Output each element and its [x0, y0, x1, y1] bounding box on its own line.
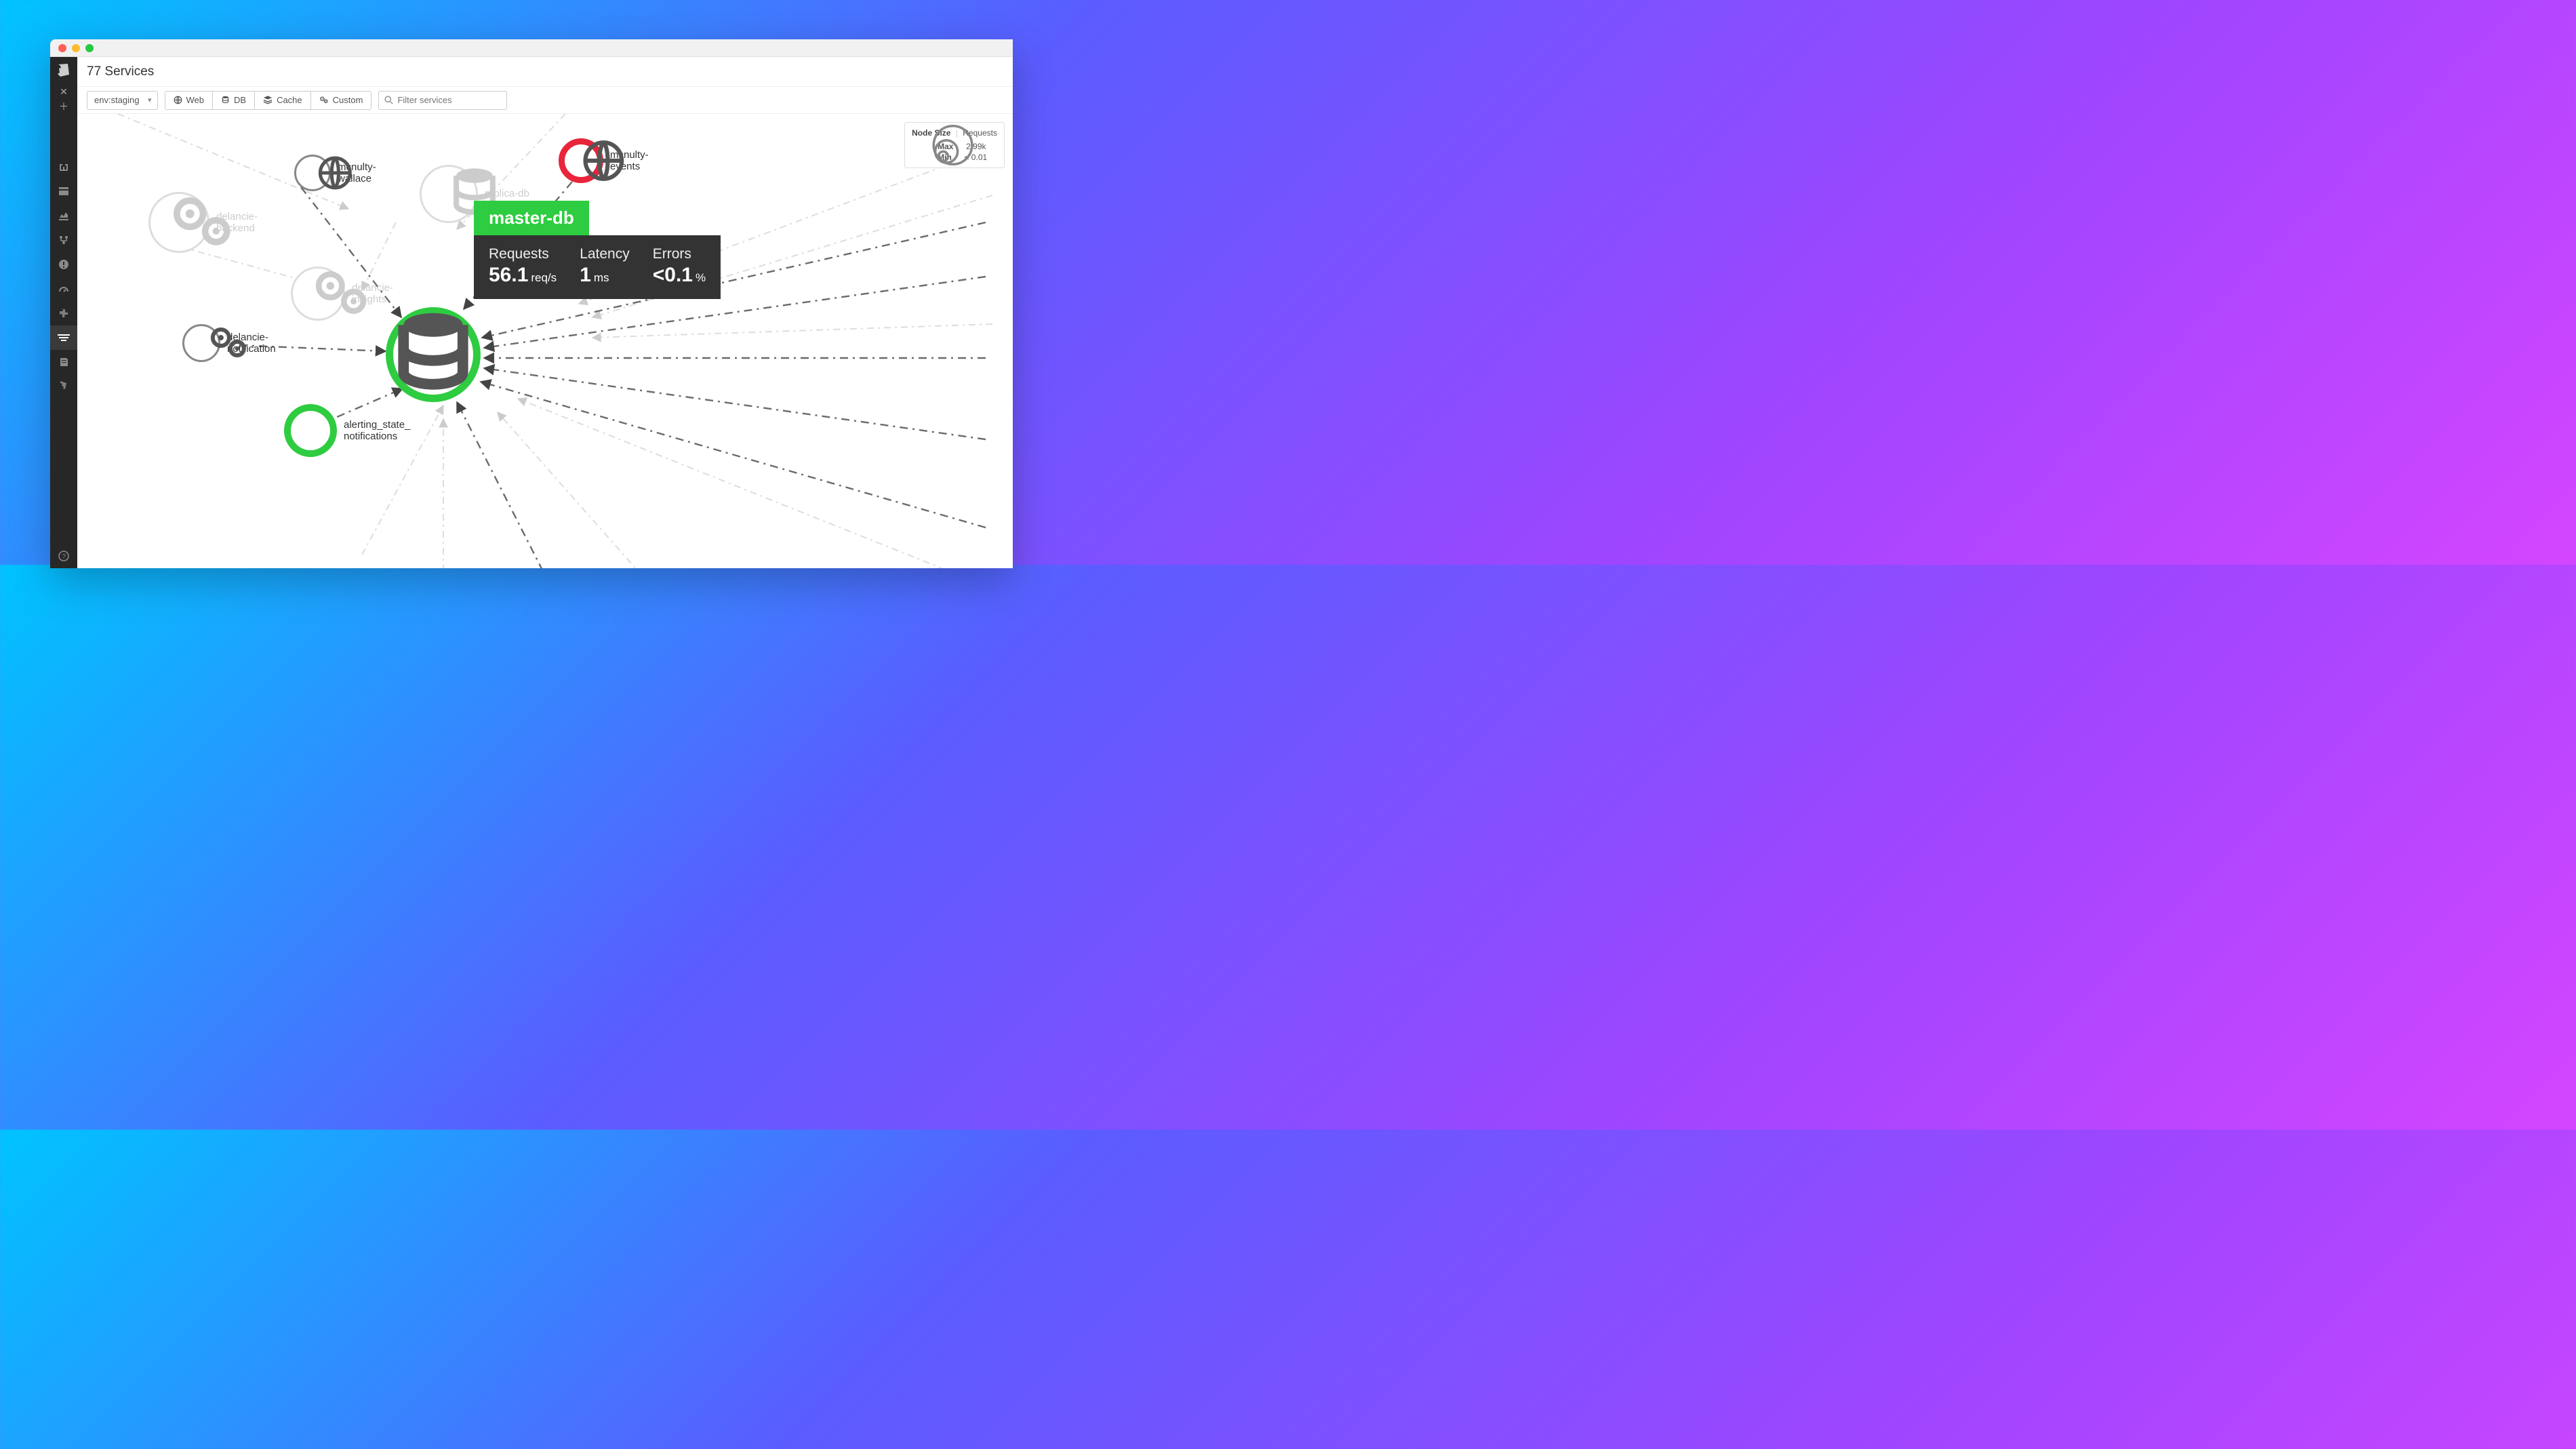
stat-label: Errors	[653, 246, 706, 262]
filter-db-label: DB	[234, 95, 246, 105]
page-title: 77 Services	[87, 64, 154, 79]
nav-metrics-icon[interactable]	[50, 203, 77, 228]
datadog-logo[interactable]	[54, 61, 73, 80]
nav-apm-icon[interactable]	[50, 277, 77, 301]
node-mcnulty-wallace[interactable]: mcnulty- wallace	[294, 155, 376, 191]
nav-infrastructure-icon[interactable]	[50, 228, 77, 252]
filter-cache-button[interactable]: Cache	[255, 92, 311, 109]
node-delancie-backend[interactable]: delancie- backend	[148, 192, 258, 253]
window-minimize-dot[interactable]	[72, 44, 80, 52]
sidebar-nav	[50, 155, 77, 399]
window-zoom-dot[interactable]	[85, 44, 94, 52]
database-icon	[221, 96, 230, 104]
stat-unit: %	[696, 271, 706, 284]
filter-web-label: Web	[186, 95, 205, 105]
filter-db-button[interactable]: DB	[213, 92, 255, 109]
search-input[interactable]	[397, 95, 501, 105]
concentric-circles-icon	[912, 142, 932, 161]
stat-value: 1	[580, 264, 591, 286]
nav-help-icon[interactable]: ?	[50, 544, 77, 568]
sidebar-add-icon[interactable]: ＋	[50, 99, 77, 114]
node-delancie-notification[interactable]: delancie- notification	[182, 324, 276, 362]
layers-icon	[263, 96, 273, 104]
filter-web-button[interactable]: Web	[165, 92, 214, 109]
node-alerting-state-notifications[interactable]: alerting_state_ notifications	[284, 404, 410, 457]
service-map-canvas[interactable]: delancie- backend replica-db	[77, 114, 1013, 568]
nav-logs-icon[interactable]	[50, 374, 77, 399]
node-mcnulty-events[interactable]: mcnulty- events	[559, 138, 649, 183]
search-box[interactable]	[378, 91, 507, 110]
service-tooltip: master-db Requests 56.1req/s Latency 1ms	[474, 201, 721, 299]
window-titlebar	[50, 39, 1013, 57]
app-window: ✕ ＋	[50, 39, 1013, 568]
env-dropdown[interactable]: env:staging	[87, 91, 158, 110]
filter-cache-label: Cache	[277, 95, 302, 105]
stat-latency: Latency 1ms	[580, 246, 630, 287]
nav-dashboard-icon[interactable]	[50, 179, 77, 203]
stat-requests: Requests 56.1req/s	[489, 246, 557, 287]
node-size-legend: Node Size | Requests Max 2.99k Min < 0.0…	[904, 122, 1005, 168]
stat-unit: req/s	[531, 271, 557, 284]
window-close-dot[interactable]	[58, 44, 66, 52]
app-body: ✕ ＋	[50, 57, 1013, 568]
stat-value: <0.1	[653, 264, 693, 286]
stat-label: Requests	[489, 246, 557, 262]
gears-icon	[319, 96, 329, 104]
nav-notebooks-icon[interactable]	[50, 350, 77, 374]
search-icon	[384, 96, 393, 104]
node-delancie-insights[interactable]: delancie- insights	[291, 266, 393, 321]
stat-label: Latency	[580, 246, 630, 262]
type-filter-group: Web DB Cache	[165, 91, 372, 110]
stat-unit: ms	[594, 271, 609, 284]
filter-custom-button[interactable]: Custom	[311, 92, 371, 109]
stat-value: 56.1	[489, 264, 528, 286]
nav-service-map-icon[interactable]	[50, 325, 77, 350]
nav-integrations-icon[interactable]	[50, 301, 77, 325]
tooltip-service-name: master-db	[474, 201, 589, 235]
svg-text:?: ?	[62, 553, 66, 561]
toolbar: env:staging Web DB	[77, 87, 1013, 114]
node-label: alerting_state_ notifications	[344, 419, 410, 443]
page-header: 77 Services	[77, 57, 1013, 87]
env-dropdown-label: env:staging	[94, 95, 140, 105]
filter-custom-label: Custom	[333, 95, 363, 105]
stat-errors: Errors <0.1%	[653, 246, 706, 287]
node-master-db[interactable]	[386, 307, 481, 402]
nav-monitors-icon[interactable]	[50, 252, 77, 277]
globe-icon	[174, 96, 182, 104]
main-content: 77 Services env:staging Web	[77, 57, 1013, 568]
sidebar-close-icon[interactable]: ✕	[50, 84, 77, 99]
tooltip-stats: Requests 56.1req/s Latency 1ms	[474, 235, 721, 299]
nav-binoculars-icon[interactable]	[50, 155, 77, 179]
sidebar: ✕ ＋	[50, 57, 77, 568]
